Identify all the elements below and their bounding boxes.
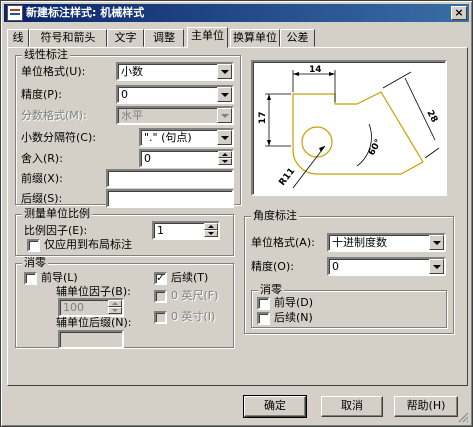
dialog-window: 新建标注样式: 机械样式 × 线 符号和箭头 文字 调整 主单位 换算单位 公差… bbox=[0, 0, 473, 427]
decimal-separator-select[interactable]: "." (句点) bbox=[139, 128, 234, 147]
angular-trailing-zero-label: 后续(N) bbox=[274, 311, 313, 324]
group-title-linear: 线性标注 bbox=[22, 48, 70, 61]
sub-unit-factor-label: 辅单位因子(B): bbox=[56, 285, 131, 298]
angular-precision-label: 精度(O): bbox=[251, 260, 294, 273]
spin-down-icon[interactable] bbox=[108, 307, 122, 314]
sub-unit-factor-spinner[interactable]: 100 bbox=[58, 298, 124, 317]
decimal-separator-label: 小数分隔符(C): bbox=[21, 131, 96, 144]
spin-down-icon[interactable] bbox=[218, 158, 232, 165]
sub-unit-factor-value: 100 bbox=[63, 301, 84, 314]
fraction-format-value: 水平 bbox=[121, 109, 143, 122]
layout-only-checkbox[interactable] bbox=[27, 239, 40, 252]
chevron-down-icon[interactable] bbox=[217, 87, 232, 102]
angular-unit-format-label: 单位格式(A): bbox=[251, 236, 315, 249]
precision-select[interactable]: 0 bbox=[116, 85, 234, 104]
angular-precision-select[interactable]: 0 bbox=[327, 257, 446, 276]
leading-zero-checkbox[interactable] bbox=[24, 272, 37, 285]
tab-text[interactable]: 文字 bbox=[107, 29, 144, 47]
dimension-preview: 14 17 28 60° R11 bbox=[251, 60, 447, 196]
angular-leading-zero-checkbox[interactable] bbox=[257, 297, 270, 310]
chevron-down-icon[interactable] bbox=[429, 259, 444, 274]
unit-format-label: 单位格式(U): bbox=[21, 65, 86, 78]
window-title: 新建标注样式: 机械样式 bbox=[26, 6, 145, 19]
group-title-angular: 角度标注 bbox=[251, 209, 299, 222]
zero-inches-checkbox[interactable] bbox=[154, 311, 167, 324]
check-icon: ✓ bbox=[156, 273, 165, 284]
leading-zero-label: 前导(L) bbox=[41, 271, 78, 284]
round-off-spinner[interactable]: 0 bbox=[139, 149, 234, 168]
spin-up-icon[interactable] bbox=[204, 223, 218, 230]
decimal-separator-value: "." (句点) bbox=[144, 131, 192, 144]
chevron-down-icon[interactable] bbox=[429, 235, 444, 250]
tab-tolerances[interactable]: 公差 bbox=[280, 29, 315, 47]
zero-feet-checkbox[interactable] bbox=[154, 290, 167, 303]
ok-button[interactable]: 确定 bbox=[243, 395, 307, 418]
zero-inches-label: 0 英寸(I) bbox=[171, 310, 216, 323]
zero-feet-label: 0 英尺(F) bbox=[171, 289, 219, 302]
preview-drawing: 14 17 28 60° R11 bbox=[258, 65, 440, 189]
prefix-input[interactable] bbox=[106, 169, 234, 188]
scale-factor-spinner[interactable]: 1 bbox=[152, 221, 220, 240]
preview-dim-left: 17 bbox=[258, 111, 268, 124]
scale-factor-value: 1 bbox=[157, 224, 164, 237]
angular-leading-zero-label: 前导(D) bbox=[274, 296, 314, 309]
tab-fit[interactable]: 调整 bbox=[144, 29, 184, 47]
fraction-format-label: 分数格式(M): bbox=[21, 109, 87, 122]
preview-dim-top: 14 bbox=[309, 65, 322, 75]
spin-down-icon[interactable] bbox=[204, 230, 218, 237]
preview-dim-radius: R11 bbox=[277, 166, 297, 187]
resize-grip-icon[interactable] bbox=[457, 411, 469, 423]
sub-unit-suffix-input[interactable] bbox=[58, 330, 124, 349]
close-icon[interactable]: × bbox=[451, 6, 467, 20]
preview-arrowheads bbox=[267, 72, 335, 152]
unit-format-value: 小数 bbox=[121, 65, 143, 78]
group-title-zero: 消零 bbox=[22, 256, 48, 269]
preview-dim-angle: 60° bbox=[367, 138, 384, 158]
angular-precision-value: 0 bbox=[332, 260, 339, 273]
angular-trailing-zero-checkbox[interactable] bbox=[257, 312, 270, 325]
chevron-down-icon[interactable] bbox=[217, 108, 232, 123]
tab-lines[interactable]: 线 bbox=[7, 29, 29, 47]
tab-primary-units[interactable]: 主单位 bbox=[187, 27, 228, 48]
precision-label: 精度(P): bbox=[21, 88, 62, 101]
group-title-scale: 测量单位比例 bbox=[22, 207, 92, 220]
spin-up-icon[interactable] bbox=[108, 300, 122, 307]
fraction-format-select[interactable]: 水平 bbox=[116, 106, 234, 125]
group-title-angular-zero: 消零 bbox=[258, 283, 284, 296]
tab-symbols-arrows[interactable]: 符号和箭头 bbox=[29, 29, 107, 47]
angular-unit-format-select[interactable]: 十进制度数 bbox=[327, 233, 446, 252]
title-bar: 新建标注样式: 机械样式 × bbox=[4, 4, 469, 22]
scale-factor-label: 比例因子(E): bbox=[24, 224, 88, 237]
layout-only-label: 仅应用到布局标注 bbox=[44, 238, 132, 251]
chevron-down-icon[interactable] bbox=[217, 64, 232, 79]
unit-format-select[interactable]: 小数 bbox=[116, 62, 234, 81]
sub-unit-suffix-label: 辅单位后缀(N): bbox=[56, 316, 132, 329]
angular-unit-format-value: 十进制度数 bbox=[332, 236, 387, 249]
cancel-button[interactable]: 取消 bbox=[321, 396, 383, 417]
round-off-value: 0 bbox=[144, 152, 151, 165]
trailing-zero-checkbox[interactable]: ✓ bbox=[154, 272, 167, 285]
prefix-label: 前缀(X): bbox=[21, 172, 63, 185]
suffix-label: 后缀(S): bbox=[21, 192, 63, 205]
round-off-label: 舍入(R): bbox=[21, 152, 63, 165]
tab-alternate-units[interactable]: 换算单位 bbox=[230, 29, 280, 47]
help-button[interactable]: 帮助(H) bbox=[394, 396, 458, 417]
precision-value: 0 bbox=[121, 88, 128, 101]
suffix-input[interactable] bbox=[106, 189, 234, 208]
trailing-zero-label: 后续(T) bbox=[171, 271, 209, 284]
preview-part-outline bbox=[292, 91, 424, 175]
chevron-down-icon[interactable] bbox=[217, 130, 232, 145]
app-icon bbox=[7, 5, 23, 21]
spin-up-icon[interactable] bbox=[218, 151, 232, 158]
